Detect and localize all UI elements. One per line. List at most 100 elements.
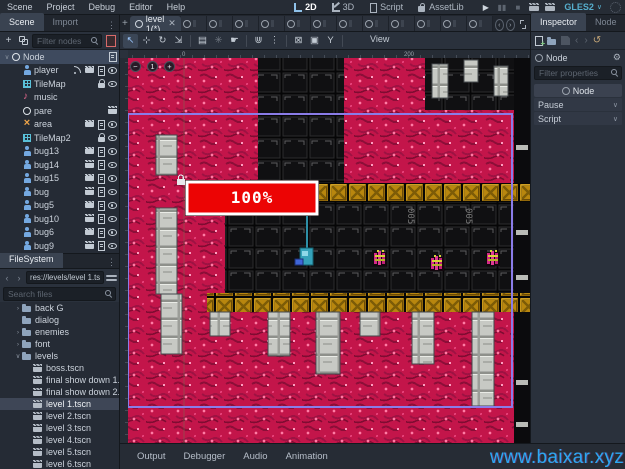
file-row[interactable]: ∨ levels xyxy=(0,350,119,362)
file-row[interactable]: › enemies xyxy=(0,326,119,338)
menu-item[interactable]: Project xyxy=(40,2,82,12)
file-row[interactable]: dialog xyxy=(0,314,119,326)
expand-arrow-icon[interactable]: › xyxy=(14,341,22,348)
ruler-left[interactable] xyxy=(120,50,128,443)
menu-item[interactable]: Scene xyxy=(0,2,40,12)
search-files-input[interactable] xyxy=(6,289,105,299)
tools-icon[interactable]: ⚙ xyxy=(613,52,621,63)
scene-tab-collapsed[interactable] xyxy=(311,16,337,31)
bug-sprite[interactable] xyxy=(486,250,500,266)
dock-tab[interactable]: Scene xyxy=(0,13,44,31)
group-icon[interactable] xyxy=(85,173,94,183)
dock-menu-dots-icon[interactable]: ⋮ xyxy=(104,20,119,31)
scene-tab-active[interactable]: level 1(*) ✕ xyxy=(130,16,181,31)
scene-tree-row[interactable]: bug9 xyxy=(0,239,119,253)
visibility-icon[interactable] xyxy=(108,133,117,143)
scene-tree-row[interactable]: TileMap xyxy=(0,77,119,91)
inspector-section[interactable]: Pause xyxy=(534,98,622,111)
zoom-button[interactable]: − xyxy=(130,61,141,72)
menu-item[interactable]: Editor xyxy=(122,2,160,12)
visibility-icon[interactable] xyxy=(108,65,117,75)
bottom-panel-tab[interactable]: Debugger xyxy=(177,449,233,464)
script-icon[interactable] xyxy=(97,187,106,197)
group-icon[interactable] xyxy=(85,241,94,251)
attach-script-button[interactable] xyxy=(104,34,117,47)
close-tab-icon[interactable]: ✕ xyxy=(168,18,176,29)
play-custom-scene-button[interactable] xyxy=(542,1,557,14)
script-icon[interactable] xyxy=(97,214,106,224)
signal-icon[interactable] xyxy=(74,65,83,75)
scroll-tabs-left-button[interactable]: ‹ xyxy=(495,19,504,31)
current-path-field[interactable] xyxy=(26,271,104,284)
workspace-button[interactable]: Script xyxy=(362,0,409,14)
visibility-icon[interactable] xyxy=(108,173,117,183)
script-icon[interactable] xyxy=(97,65,106,75)
scene-tree-row[interactable]: bug10 xyxy=(0,212,119,226)
menu-item[interactable]: Debug xyxy=(82,2,123,12)
visibility-icon[interactable] xyxy=(108,160,117,170)
scene-tree-row[interactable]: area xyxy=(0,118,119,132)
file-row[interactable]: › back G xyxy=(0,302,119,314)
stop-button[interactable]: ■ xyxy=(510,1,525,14)
pan-tool[interactable]: ☛ xyxy=(227,34,242,48)
group-icon[interactable] xyxy=(85,65,94,75)
visibility-icon[interactable] xyxy=(108,241,117,251)
group-icon[interactable] xyxy=(85,227,94,237)
bug-sprite[interactable] xyxy=(373,250,387,266)
scene-tab-collapsed[interactable] xyxy=(389,16,415,31)
scene-tree-row[interactable]: bug xyxy=(0,185,119,199)
scene-tab-collapsed[interactable] xyxy=(259,16,285,31)
nav-back-button[interactable]: ‹ xyxy=(2,272,12,284)
script-icon[interactable] xyxy=(97,173,106,183)
expand-arrow-icon[interactable]: ∨ xyxy=(14,352,22,360)
instance-scene-button[interactable] xyxy=(17,34,30,47)
scene-tab-collapsed[interactable] xyxy=(233,16,259,31)
rotate-tool[interactable]: ↻ xyxy=(155,34,170,48)
file-row[interactable]: level 5.tscn xyxy=(0,446,119,458)
scene-tree-row[interactable]: bug13 xyxy=(0,145,119,159)
new-scene-tab-button[interactable]: + xyxy=(120,17,130,31)
dock-tab[interactable]: Node xyxy=(586,13,625,31)
filter-nodes-input[interactable] xyxy=(35,36,91,46)
zoom-button[interactable]: 1 xyxy=(147,61,158,72)
group-icon[interactable] xyxy=(85,187,94,197)
distraction-free-icon[interactable] xyxy=(520,20,526,29)
select-tool[interactable]: ↖ xyxy=(123,34,138,48)
script-icon[interactable] xyxy=(97,227,106,237)
scene-tree-row[interactable]: TileMap2 xyxy=(0,131,119,145)
history-back-button[interactable]: ‹ xyxy=(574,35,579,46)
bottom-panel-tab[interactable]: Audio xyxy=(236,449,274,464)
new-resource-icon[interactable] xyxy=(535,36,543,46)
file-row[interactable]: level 4.tscn xyxy=(0,434,119,446)
split-mode-icon[interactable] xyxy=(106,272,117,283)
visibility-icon[interactable] xyxy=(108,119,117,129)
file-row[interactable]: › font xyxy=(0,338,119,350)
play-button[interactable]: ▶ xyxy=(478,1,493,14)
scene-tree-row[interactable]: ∨ Node xyxy=(0,50,119,64)
script-icon[interactable] xyxy=(97,200,106,210)
play-scene-button[interactable] xyxy=(526,1,541,14)
scene-tree-row[interactable]: bug5 xyxy=(0,199,119,213)
scene-tree-row[interactable]: pare xyxy=(0,104,119,118)
scene-tab-collapsed[interactable] xyxy=(415,16,441,31)
separator[interactable] xyxy=(190,35,191,47)
scene-tab-collapsed[interactable] xyxy=(337,16,363,31)
dock-menu-dots-icon[interactable]: ⋮ xyxy=(104,257,119,268)
add-node-button[interactable]: + xyxy=(2,34,15,47)
bug-sprite[interactable] xyxy=(430,255,444,271)
skeleton-options-button[interactable]: Y xyxy=(323,34,338,48)
expand-arrow-icon[interactable]: › xyxy=(14,329,22,336)
inspector-section[interactable]: Script xyxy=(534,112,622,125)
group-icon[interactable] xyxy=(85,200,94,210)
group-object-button[interactable]: ▣ xyxy=(307,34,322,48)
bottom-panel-tab[interactable]: Output xyxy=(130,449,173,464)
group-icon[interactable] xyxy=(85,214,94,224)
scene-tree-row[interactable]: player xyxy=(0,64,119,78)
expand-arrow-icon[interactable]: ∨ xyxy=(3,53,11,61)
scroll-tabs-right-button[interactable]: › xyxy=(506,19,515,31)
visibility-icon[interactable] xyxy=(108,214,117,224)
workspace-button[interactable]: AssetLib xyxy=(411,0,470,14)
scene-tree-row[interactable]: bug15 xyxy=(0,172,119,186)
file-row[interactable]: level 3.tscn xyxy=(0,422,119,434)
file-row[interactable]: level 6.tscn xyxy=(0,458,119,469)
